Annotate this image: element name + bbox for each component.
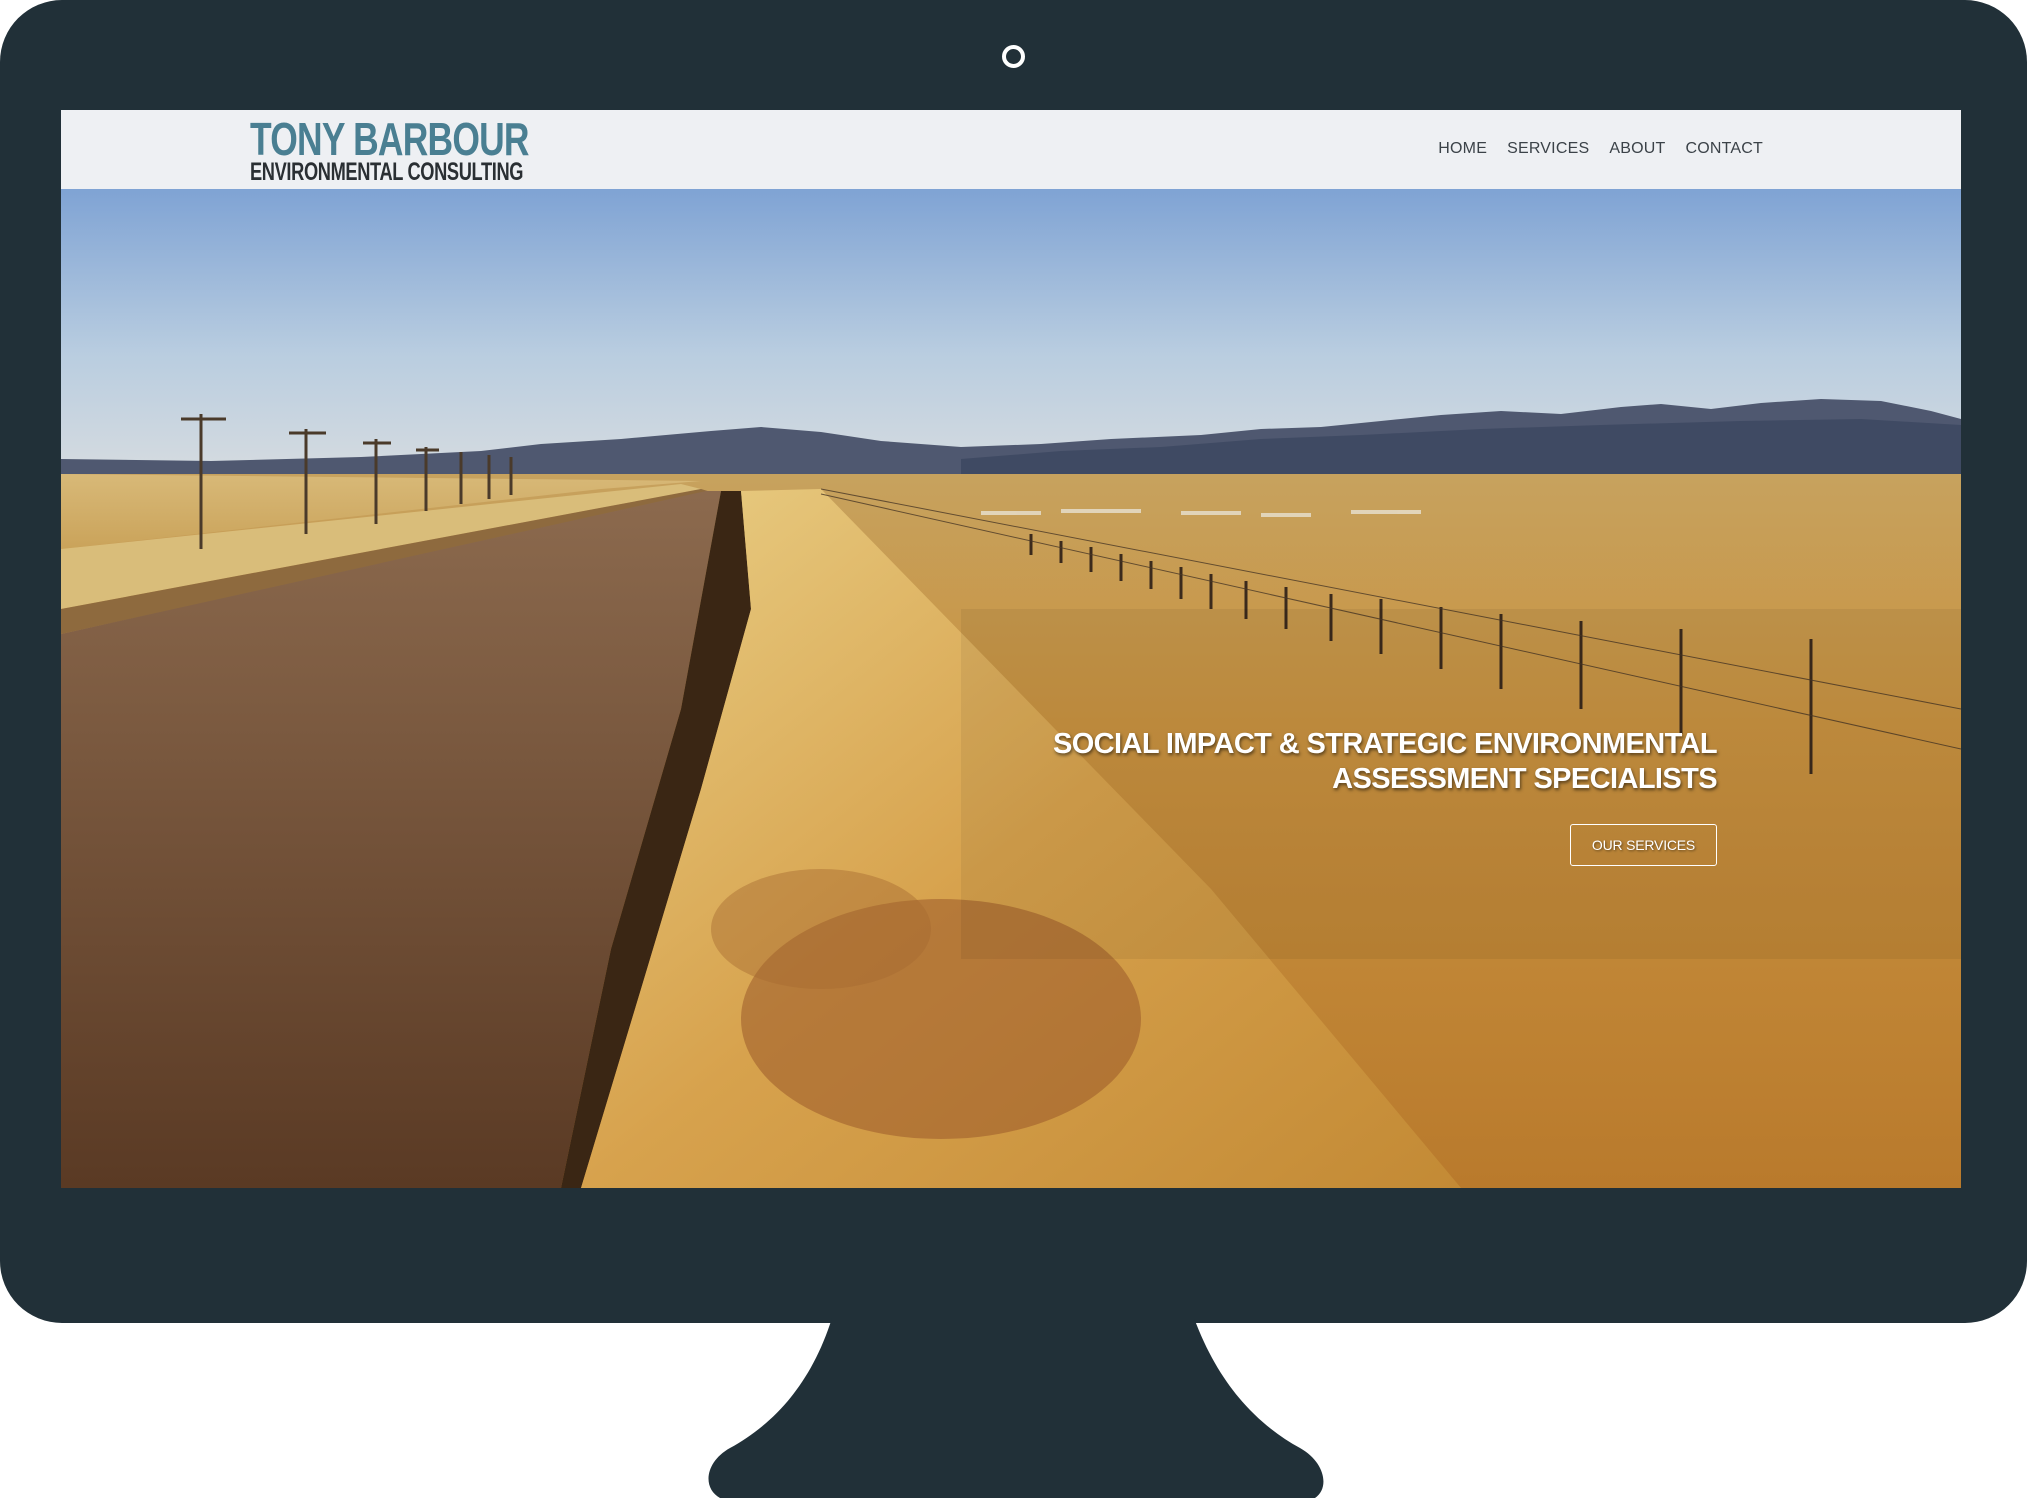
our-services-button[interactable]: OUR SERVICES (1570, 824, 1717, 866)
logo-subtitle: ENVIRONMENTAL CONSULTING (250, 158, 524, 186)
nav-home[interactable]: HOME (1438, 140, 1487, 158)
monitor-mockup: TONY BARBOUR ENVIRONMENTAL CONSULTING HO… (0, 0, 2027, 1498)
logo-title: TONY BARBOUR (250, 113, 530, 165)
hero-tagline-line2: ASSESSMENT SPECIALISTS (1332, 763, 1717, 795)
hero-landscape-image (61, 189, 1961, 1188)
nav-about[interactable]: ABOUT (1609, 140, 1665, 158)
nav-services[interactable]: SERVICES (1507, 140, 1589, 158)
site-logo[interactable]: TONY BARBOUR ENVIRONMENTAL CONSULTING (250, 116, 624, 185)
main-nav: HOME SERVICES ABOUT CONTACT (1438, 140, 1763, 158)
nav-contact[interactable]: CONTACT (1685, 140, 1763, 158)
hero-tagline: SOCIAL IMPACT & STRATEGIC ENVIRONMENTAL … (1052, 727, 1718, 797)
camera-icon (1002, 45, 1025, 68)
monitor-stand (708, 1318, 1324, 1498)
site-header: TONY BARBOUR ENVIRONMENTAL CONSULTING HO… (61, 110, 1961, 189)
website-screen: TONY BARBOUR ENVIRONMENTAL CONSULTING HO… (61, 110, 1961, 1188)
hero-section: SOCIAL IMPACT & STRATEGIC ENVIRONMENTAL … (61, 189, 1961, 1188)
hero-tagline-line1: SOCIAL IMPACT & STRATEGIC ENVIRONMENTAL (1052, 728, 1718, 760)
monitor-body: TONY BARBOUR ENVIRONMENTAL CONSULTING HO… (0, 0, 2027, 1323)
